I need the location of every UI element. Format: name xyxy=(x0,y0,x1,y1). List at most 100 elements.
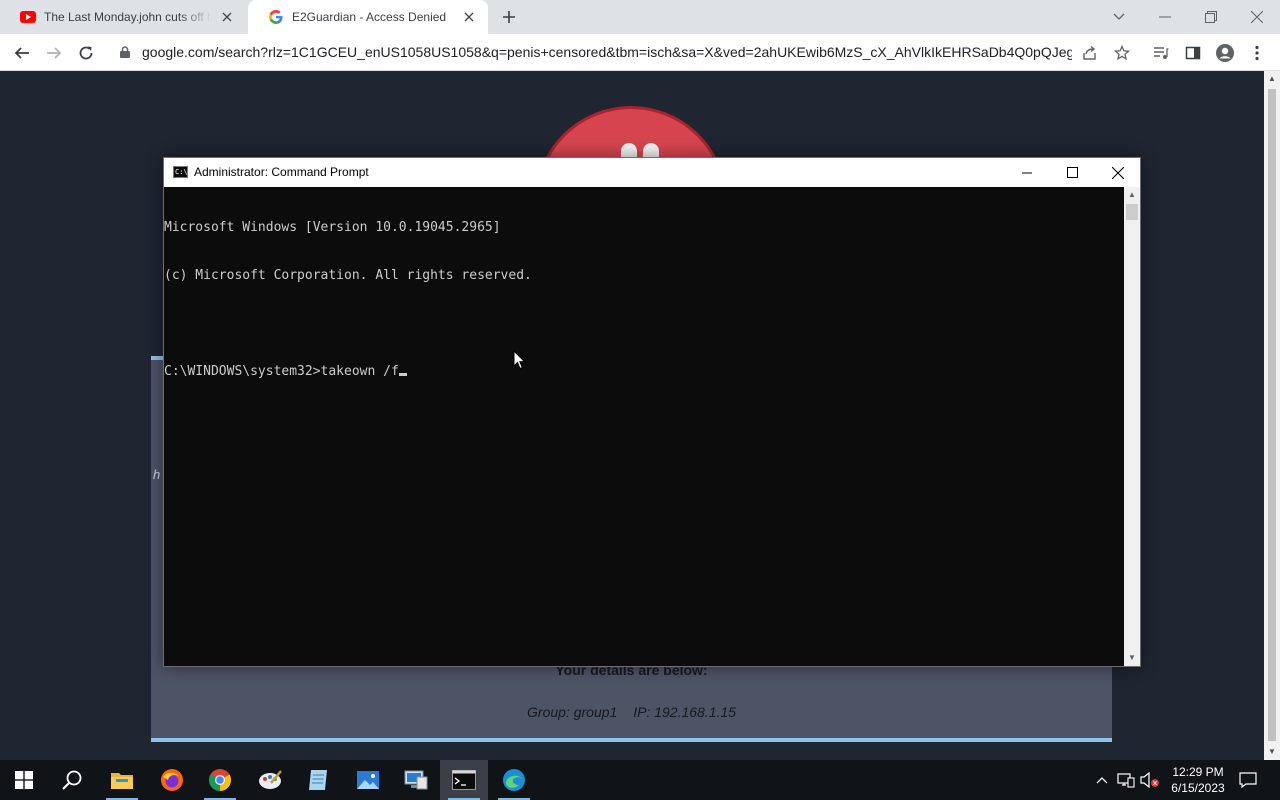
cmd-maximize-button[interactable] xyxy=(1049,158,1095,187)
tray-overflow-button[interactable] xyxy=(1092,770,1112,790)
taskbar-clock[interactable]: 12:29 PM 6/15/2023 xyxy=(1160,764,1236,796)
browser-tab-strip: The Last Monday.john cuts off his E2Guar… xyxy=(0,0,1280,34)
console-line: Microsoft Windows [Version 10.0.19045.29… xyxy=(164,220,501,235)
remote-desktop-icon xyxy=(404,770,428,790)
search-icon xyxy=(62,770,82,790)
notification-icon xyxy=(1239,772,1257,788)
notification-center-button[interactable] xyxy=(1238,770,1258,790)
close-icon xyxy=(1112,166,1124,179)
youtube-icon xyxy=(20,9,36,25)
windows-taskbar: 12:29 PM 6/15/2023 xyxy=(0,760,1280,800)
cmd-window-title: Administrator: Command Prompt xyxy=(194,165,369,179)
tray-network-button[interactable] xyxy=(1116,770,1136,790)
mouse-cursor-icon xyxy=(513,350,526,370)
group-label: Group: group1 xyxy=(527,704,618,720)
taskbar-remote-desktop[interactable] xyxy=(392,760,440,800)
forward-button[interactable] xyxy=(41,40,67,66)
scroll-down-arrow-icon[interactable]: ▼ xyxy=(1268,748,1276,756)
tab-youtube[interactable]: The Last Monday.john cuts off his xyxy=(0,0,246,34)
minimize-icon xyxy=(1022,172,1032,173)
share-button[interactable] xyxy=(1077,40,1103,66)
text-cursor xyxy=(398,373,407,376)
tray-volume-button[interactable] xyxy=(1140,770,1160,790)
new-tab-button[interactable] xyxy=(498,6,520,28)
taskbar-command-prompt[interactable] xyxy=(440,760,488,800)
scrollbar-thumb[interactable] xyxy=(1126,204,1138,220)
profile-icon xyxy=(1216,44,1234,62)
google-icon xyxy=(268,9,284,25)
windows-start-icon xyxy=(15,771,33,789)
notepad-icon xyxy=(309,770,327,790)
console-line: (c) Microsoft Corporation. All rights re… xyxy=(164,268,532,283)
close-icon xyxy=(1251,11,1263,23)
back-button[interactable] xyxy=(9,40,35,66)
address-bar[interactable]: google.com/search?rlz=1C1GCEU_enUS1058US… xyxy=(110,38,1140,66)
chrome-icon xyxy=(209,769,231,791)
ip-label: IP: 192.168.1.15 xyxy=(633,704,736,720)
browser-toolbar: google.com/search?rlz=1C1GCEU_enUS1058US… xyxy=(0,34,1280,71)
volume-muted-icon xyxy=(1140,772,1159,788)
file-explorer-icon xyxy=(111,773,133,789)
taskbar-firefox[interactable] xyxy=(148,760,196,800)
media-controls-button[interactable] xyxy=(1148,40,1174,66)
close-tab-icon[interactable] xyxy=(460,8,478,26)
tab-title: The Last Monday.john cuts off his xyxy=(44,10,212,24)
share-icon xyxy=(1083,45,1096,60)
maximize-icon xyxy=(1066,167,1078,178)
page-scrollbar[interactable]: ▲ ▼ xyxy=(1264,71,1280,760)
arrow-right-icon xyxy=(47,47,62,59)
reload-icon xyxy=(79,46,93,60)
tab-search-button[interactable] xyxy=(1096,0,1142,34)
browser-menu-button[interactable] xyxy=(1244,40,1270,66)
arrow-left-icon xyxy=(14,47,29,59)
console-prompt-line[interactable]: C:\WINDOWS\system32>takeown /f xyxy=(164,364,1124,380)
scrollbar-thumb[interactable] xyxy=(1268,89,1276,741)
close-tab-icon[interactable] xyxy=(218,8,236,26)
photos-icon xyxy=(357,771,379,789)
side-panel-button[interactable] xyxy=(1180,40,1206,66)
console-output[interactable]: Microsoft Windows [Version 10.0.19045.29… xyxy=(164,187,1124,666)
cmd-scrollbar[interactable]: ▲ ▼ xyxy=(1124,187,1140,666)
taskbar-search-button[interactable] xyxy=(48,760,96,800)
chevron-down-icon xyxy=(1113,13,1125,20)
taskbar-chrome[interactable] xyxy=(196,760,244,800)
tab-e2guardian[interactable]: E2Guardian - Access Denied xyxy=(248,0,488,34)
url-text: google.com/search?rlz=1C1GCEU_enUS1058US… xyxy=(142,44,1072,60)
network-icon xyxy=(1117,773,1135,788)
taskbar-photos[interactable] xyxy=(344,760,392,800)
partial-text: h xyxy=(153,467,161,482)
profile-button[interactable] xyxy=(1212,40,1238,66)
command-prompt-icon: C:\ xyxy=(173,166,188,178)
firefox-icon xyxy=(161,769,183,791)
browser-restore-button[interactable] xyxy=(1188,0,1234,34)
clock-time: 12:29 PM xyxy=(1172,765,1224,779)
browser-minimize-button[interactable] xyxy=(1142,0,1188,34)
cmd-title-bar[interactable]: C:\ Administrator: Command Prompt xyxy=(164,158,1140,187)
command-prompt-window[interactable]: C:\ Administrator: Command Prompt Micros… xyxy=(163,157,1141,667)
paint-icon xyxy=(259,770,282,789)
taskbar-paint[interactable] xyxy=(246,760,294,800)
plus-icon xyxy=(503,11,515,23)
taskbar-file-explorer[interactable] xyxy=(98,760,146,800)
taskbar-edge[interactable] xyxy=(490,760,538,800)
reload-button[interactable] xyxy=(73,40,99,66)
browser-close-button[interactable] xyxy=(1234,0,1280,34)
scroll-down-arrow-icon[interactable]: ▼ xyxy=(1127,653,1137,662)
restore-icon xyxy=(1205,11,1217,23)
command-prompt-icon xyxy=(452,770,476,790)
more-vert-icon xyxy=(1255,45,1259,61)
cmd-close-button[interactable] xyxy=(1095,158,1141,187)
windows-start-button[interactable] xyxy=(0,760,48,800)
scroll-up-arrow-icon[interactable]: ▲ xyxy=(1268,75,1276,83)
cmd-minimize-button[interactable] xyxy=(1004,158,1050,187)
minimize-icon xyxy=(1159,16,1171,18)
star-icon xyxy=(1114,45,1130,61)
tab-title: E2Guardian - Access Denied xyxy=(292,10,447,24)
details-line: Group: group1 IP: 192.168.1.15 xyxy=(151,704,1112,720)
scroll-up-arrow-icon[interactable]: ▲ xyxy=(1127,190,1137,199)
playlist-icon xyxy=(1154,47,1169,59)
bookmark-button[interactable] xyxy=(1109,40,1135,66)
taskbar-notepad[interactable] xyxy=(294,760,342,800)
lock-icon xyxy=(120,46,130,58)
